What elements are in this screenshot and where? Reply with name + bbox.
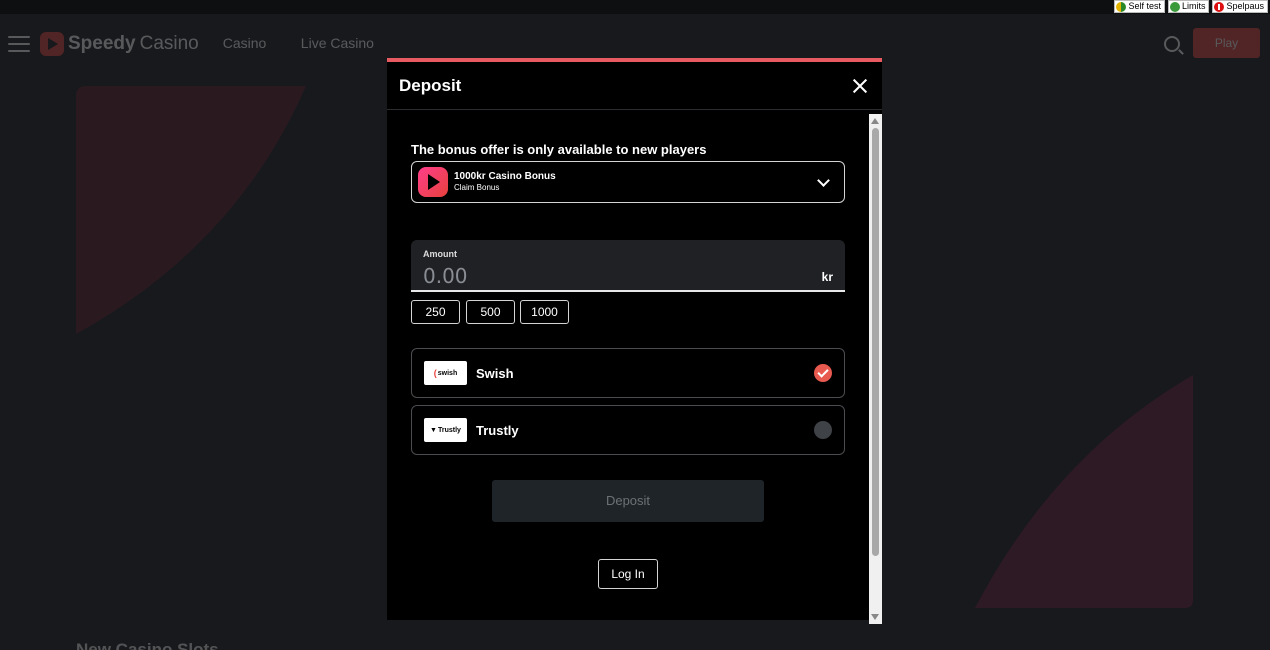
bonus-name: 1000kr Casino Bonus [454,171,556,182]
spelpaus-icon [1214,1,1225,12]
payment-option-trustly[interactable]: ▼ Trustly Trustly [411,405,845,455]
swish-logo: (swish [424,361,467,385]
amount-label: Amount [423,249,457,259]
unselected-radio[interactable] [814,421,832,439]
modal-body: The bonus offer is only available to new… [387,114,869,624]
selected-check-icon[interactable] [814,364,832,382]
quick-amount-250[interactable]: 250 [411,300,460,324]
logo-text-light: Casino [139,33,199,54]
deposit-modal: Deposit The bonus offer is only availabl… [387,58,882,624]
payment-name: Trustly [476,422,519,438]
main-nav: Casino Live Casino [223,35,404,53]
bonus-note: The bonus offer is only available to new… [411,142,707,157]
bonus-dropdown[interactable]: 1000kr Casino Bonus Claim Bonus [411,161,845,203]
amount-field: Amount kr [411,240,845,292]
payment-name: Swish [476,365,514,381]
bonus-logo-icon [418,167,448,197]
amount-input[interactable] [423,264,803,288]
limits-label: Limits [1181,1,1206,11]
self-test-button[interactable]: Self test [1114,0,1165,13]
responsible-gaming-bar: Self test Limits Spelpaus [0,0,1270,14]
quick-amount-500[interactable]: 500 [466,300,515,324]
scroll-thumb[interactable] [872,128,879,556]
section-heading: New Casino Slots [76,640,219,650]
trustly-logo: ▼ Trustly [424,418,467,442]
nav-live-casino[interactable]: Live Casino [301,35,374,51]
nav-casino[interactable]: Casino [223,35,267,51]
quick-amount-1000[interactable]: 1000 [520,300,569,324]
decorative-shape-left [76,86,306,334]
scroll-down-icon[interactable] [871,614,879,620]
spelpaus-label: Spelpaus [1226,1,1264,11]
modal-scrollbar[interactable] [869,114,882,624]
decorative-shape-right [975,375,1193,608]
spelpaus-button[interactable]: Spelpaus [1212,0,1268,13]
self-test-icon [1116,1,1127,12]
bonus-subtitle: Claim Bonus [454,183,500,192]
logo-text-bold: Speedy [68,33,136,54]
site-logo[interactable]: Speedy Casino [40,32,199,56]
modal-header: Deposit [387,62,882,110]
currency-label: kr [821,270,833,284]
login-button[interactable]: Log In [598,559,658,589]
search-icon[interactable] [1164,36,1180,52]
menu-icon[interactable] [8,36,30,52]
deposit-button[interactable]: Deposit [492,480,764,522]
chevron-down-icon [817,174,830,187]
close-icon[interactable] [850,76,870,96]
limits-button[interactable]: Limits [1167,0,1210,13]
modal-title: Deposit [399,75,462,95]
play-button[interactable]: Play [1193,28,1260,58]
scroll-up-icon[interactable] [871,118,879,124]
limits-icon [1169,1,1180,12]
self-test-label: Self test [1128,1,1161,11]
payment-option-swish[interactable]: (swish Swish [411,348,845,398]
logo-icon [40,32,64,56]
